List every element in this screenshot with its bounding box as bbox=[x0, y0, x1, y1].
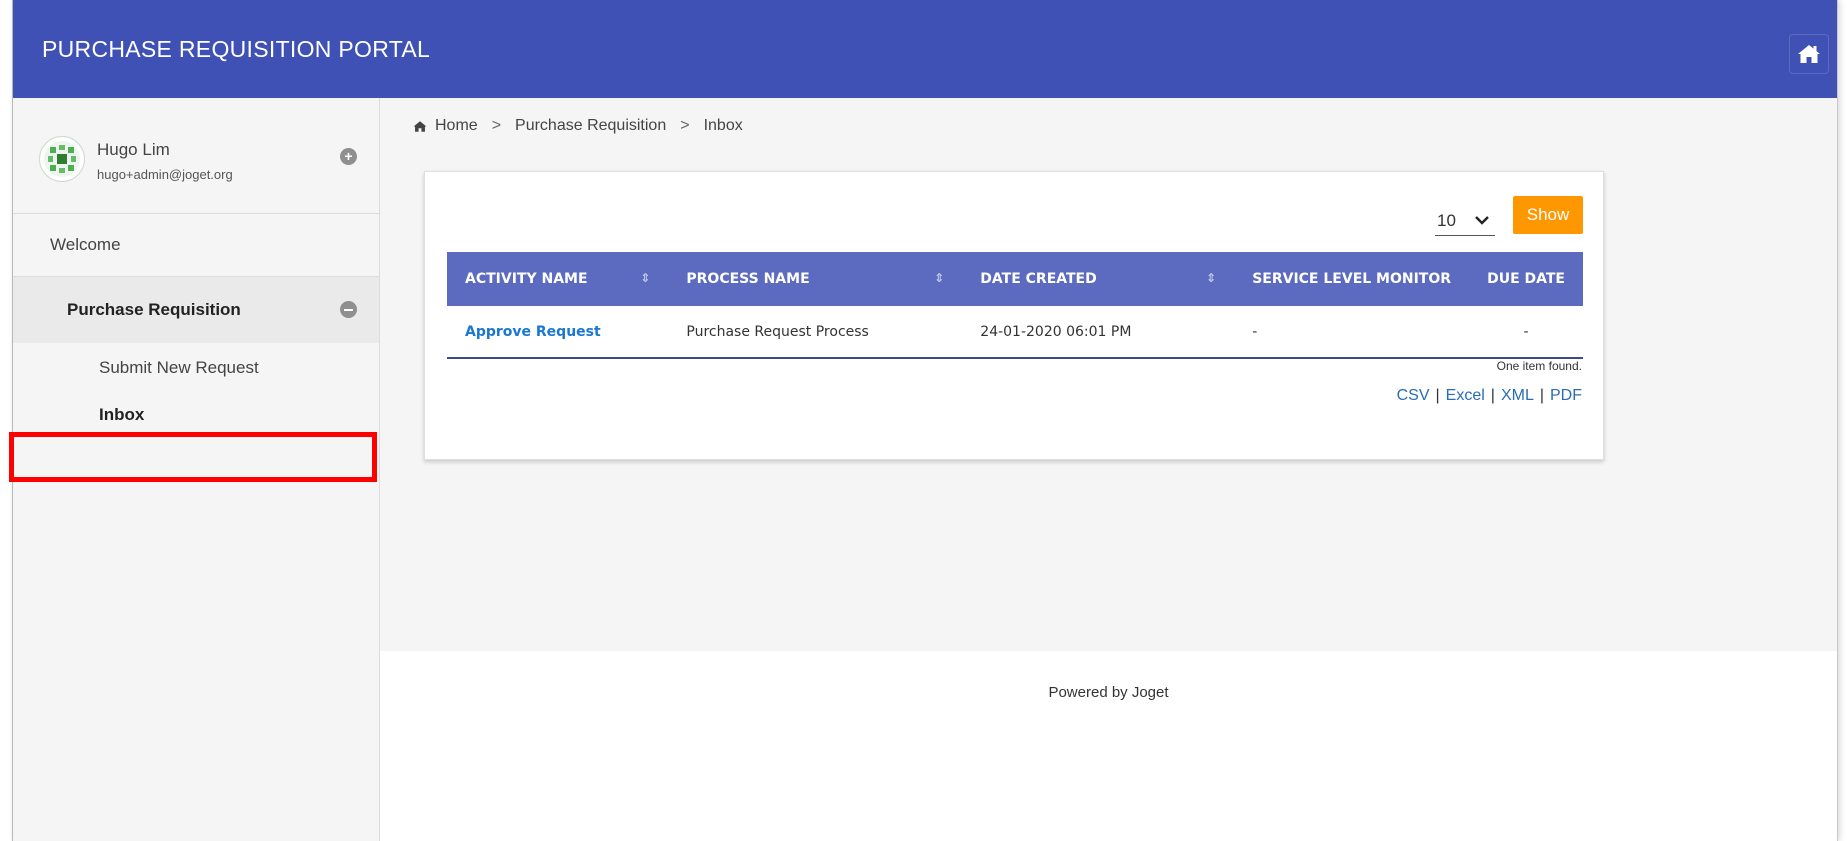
sidebar: Hugo Lim hugo+admin@joget.org + Welcome … bbox=[9, 98, 380, 841]
sidebar-item-label: Welcome bbox=[50, 235, 121, 254]
main-content: Home > Purchase Requisition > Inbox 10 S… bbox=[380, 98, 1837, 841]
user-email: hugo+admin@joget.org bbox=[97, 167, 233, 182]
footer-text: Powered by Joget bbox=[1048, 684, 1169, 701]
export-csv-link[interactable]: CSV bbox=[1397, 387, 1430, 405]
sort-icon[interactable]: ⇕ bbox=[1206, 271, 1216, 285]
user-profile: Hugo Lim hugo+admin@joget.org + bbox=[13, 98, 379, 214]
sidebar-group-label: Purchase Requisition bbox=[67, 300, 241, 319]
sidebar-item-submit-new-request[interactable]: Submit New Request bbox=[13, 343, 379, 393]
export-excel-link[interactable]: Excel bbox=[1446, 387, 1485, 405]
column-header-service-level-monitor: SERVICE LEVEL MONITOR bbox=[1252, 271, 1452, 287]
export-pdf-link[interactable]: PDF bbox=[1550, 387, 1582, 405]
avatar bbox=[39, 136, 85, 182]
inbox-card: 10 Show ACTIVITY NAME ⇕ PROCESS NAME ⇕ D… bbox=[424, 171, 1604, 460]
sidebar-group-purchase-requisition[interactable]: Purchase Requisition bbox=[13, 277, 379, 343]
user-name: Hugo Lim bbox=[97, 140, 170, 159]
activity-name-link[interactable]: Approve Request bbox=[447, 306, 668, 358]
footer: Powered by Joget bbox=[380, 651, 1837, 841]
sidebar-item-inbox[interactable]: Inbox bbox=[13, 393, 379, 437]
expand-profile-icon[interactable]: + bbox=[340, 148, 357, 165]
column-header-date-created[interactable]: DATE CREATED ⇕ bbox=[962, 252, 1234, 306]
export-links: CSV | Excel | XML | PDF bbox=[1397, 387, 1582, 405]
sort-icon[interactable]: ⇕ bbox=[640, 271, 650, 285]
portal-title[interactable]: PURCHASE REQUISITION PORTAL bbox=[42, 36, 430, 63]
page-size-select[interactable]: 10 bbox=[1435, 206, 1495, 236]
process-name-cell: Purchase Request Process bbox=[686, 323, 869, 340]
column-header-process-name[interactable]: PROCESS NAME ⇕ bbox=[668, 252, 962, 306]
show-button[interactable]: Show bbox=[1513, 196, 1583, 234]
due-date-cell: - bbox=[1523, 323, 1529, 340]
app-window: PURCHASE REQUISITION PORTAL Hugo Lim hug… bbox=[9, 0, 1838, 841]
home-icon bbox=[413, 120, 427, 132]
top-header: PURCHASE REQUISITION PORTAL bbox=[13, 0, 1837, 98]
home-button[interactable] bbox=[1789, 34, 1829, 74]
breadcrumb: Home > Purchase Requisition > Inbox bbox=[413, 117, 743, 135]
export-divider: | bbox=[1490, 387, 1495, 404]
page-size-value: 10 bbox=[1437, 210, 1456, 230]
sidebar-item-label: Inbox bbox=[99, 405, 145, 424]
highlight-annotation bbox=[9, 432, 377, 482]
home-icon bbox=[1798, 45, 1820, 63]
breadcrumb-separator: > bbox=[491, 117, 502, 134]
breadcrumb-home[interactable]: Home bbox=[435, 117, 478, 135]
breadcrumb-purchase-requisition[interactable]: Purchase Requisition bbox=[515, 117, 666, 135]
export-divider: | bbox=[1435, 387, 1440, 404]
breadcrumb-separator: > bbox=[680, 117, 690, 134]
column-header-activity-name[interactable]: ACTIVITY NAME ⇕ bbox=[447, 252, 668, 306]
sort-icon[interactable]: ⇕ bbox=[934, 271, 944, 285]
service-level-cell: - bbox=[1252, 323, 1258, 340]
date-created-cell: 24-01-2020 06:01 PM bbox=[980, 323, 1132, 340]
sidebar-item-label: Submit New Request bbox=[99, 358, 259, 377]
breadcrumb-inbox: Inbox bbox=[703, 117, 743, 134]
result-count: One item found. bbox=[1496, 359, 1582, 373]
export-xml-link[interactable]: XML bbox=[1501, 387, 1534, 405]
page-edge bbox=[0, 0, 12, 841]
avatar-pattern-icon bbox=[44, 141, 80, 177]
collapse-icon[interactable] bbox=[340, 301, 357, 318]
inbox-table: ACTIVITY NAME ⇕ PROCESS NAME ⇕ DATE CREATE… bbox=[447, 252, 1583, 359]
table-header-row: ACTIVITY NAME ⇕ PROCESS NAME ⇕ DATE CREATE… bbox=[447, 252, 1583, 306]
table-row[interactable]: Approve Request Purchase Request Process… bbox=[447, 306, 1583, 358]
chevron-down-icon bbox=[1475, 216, 1489, 225]
export-divider: | bbox=[1539, 387, 1544, 404]
column-header-due-date: DUE DATE bbox=[1487, 271, 1565, 287]
sidebar-item-welcome[interactable]: Welcome bbox=[13, 214, 379, 277]
